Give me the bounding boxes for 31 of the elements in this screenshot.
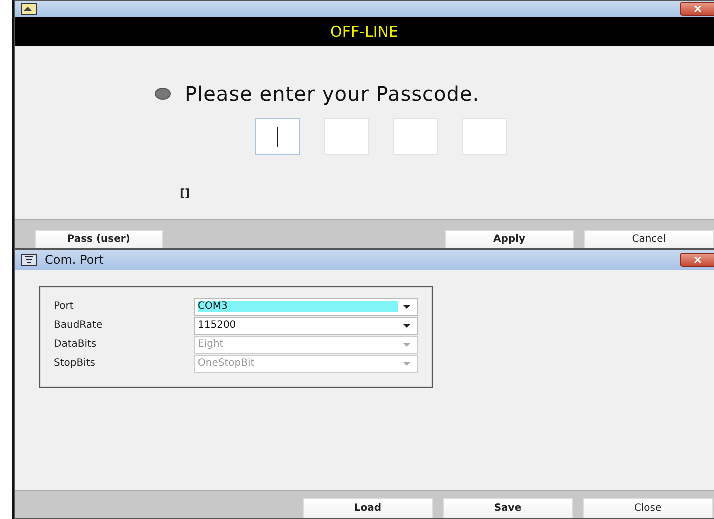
close-icon (694, 6, 702, 12)
dialog-button[interactable]: Close (583, 498, 713, 518)
digit-field[interactable] (324, 118, 369, 155)
passcode-prompt: Please enter your Passcode. (185, 82, 480, 106)
digit-field[interactable] (255, 118, 300, 155)
setting-label: Port (54, 301, 75, 312)
app-icon (21, 3, 37, 15)
app-icon (21, 254, 37, 266)
dropdown-arrow-icon (402, 322, 412, 329)
window-title: Com. Port (45, 252, 105, 267)
dialog-button[interactable]: Save (443, 498, 573, 518)
message-text: [] (180, 187, 192, 200)
dialog-button[interactable]: Cancel (584, 230, 714, 248)
status-dot-icon (155, 88, 171, 100)
dropdown-arrow-icon (402, 342, 412, 348)
setting-label: StopBits (54, 358, 97, 370)
close-button[interactable] (680, 2, 714, 16)
digit-field[interactable] (462, 118, 507, 155)
dropdown-arrow-icon (402, 360, 412, 367)
setting-dropdown[interactable]: COM3 (194, 298, 418, 316)
status-banner: OFF-LINE (15, 17, 714, 46)
close-icon (694, 256, 702, 263)
dialog-button[interactable]: Load (303, 498, 433, 518)
setting-dropdown[interactable]: 115200 (194, 316, 418, 335)
dialog-button[interactable]: Pass (user) (35, 230, 163, 248)
close-button[interactable] (680, 252, 714, 267)
setting-label: DataBits (54, 339, 98, 350)
dropdown-arrow-icon (402, 304, 412, 310)
digit-field[interactable] (393, 118, 438, 155)
setting-label: BaudRate (54, 320, 104, 332)
dialog-button[interactable]: Apply (444, 230, 574, 248)
